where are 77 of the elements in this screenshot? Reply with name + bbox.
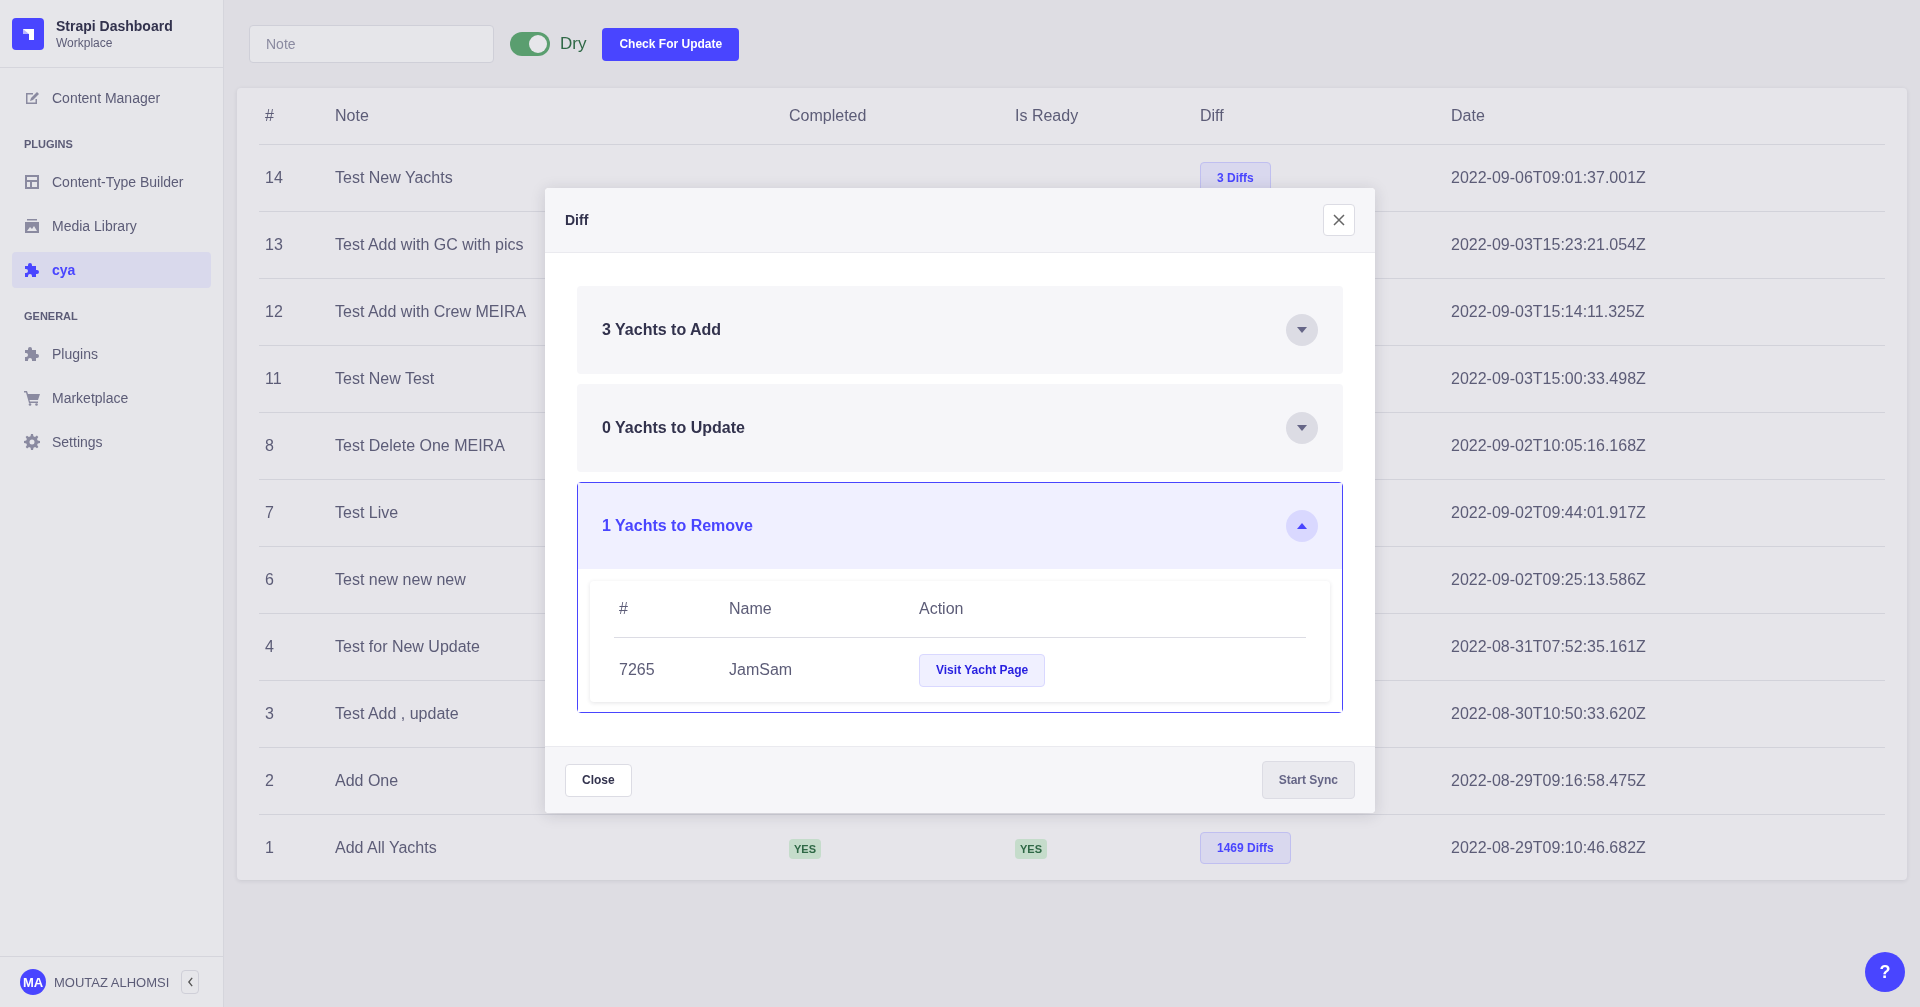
nav-section-heading: GENERAL <box>23 309 79 324</box>
sidebar-item[interactable]: Marketplace <box>12 380 211 416</box>
check-update-button[interactable]: Check For Update <box>602 27 740 61</box>
pencil-icon <box>24 90 40 106</box>
table-cell: 2022-08-30T10:50:33.620Z <box>1445 680 1885 748</box>
table-cell: 2022-08-29T09:10:46.682Z <box>1445 814 1885 881</box>
column-header: Diff <box>1194 88 1445 145</box>
sidebar-item[interactable]: Content-Type Builder <box>12 164 211 200</box>
table-cell: 12 <box>259 278 329 346</box>
dry-toggle[interactable] <box>510 32 550 56</box>
table-cell: 2022-09-02T10:05:16.168Z <box>1445 412 1885 480</box>
toggle-label: Dry <box>560 34 587 54</box>
user-avatar[interactable]: MA <box>20 969 46 995</box>
table-cell: 2022-09-03T15:23:21.054Z <box>1445 211 1885 279</box>
column-header: Completed <box>783 88 1009 145</box>
caret-up-icon <box>1297 523 1307 529</box>
nav-section-heading: PLUGINS <box>23 137 74 152</box>
column-header: Note <box>329 88 783 145</box>
table-cell: 8 <box>259 412 329 480</box>
caret-down-icon <box>1297 425 1307 431</box>
expand-button[interactable] <box>1286 412 1318 444</box>
table-cell: 2022-09-03T15:00:33.498Z <box>1445 345 1885 413</box>
table-cell: 3 <box>259 680 329 748</box>
table-cell: 2022-08-31T07:52:35.161Z <box>1445 613 1885 681</box>
table-cell: 2022-09-02T09:44:01.917Z <box>1445 479 1885 547</box>
puzzle-icon <box>24 346 40 362</box>
table-cell: 2022-08-29T09:16:58.475Z <box>1445 747 1885 815</box>
sidebar-item[interactable]: Plugins <box>12 336 211 372</box>
puzzle-icon <box>24 262 40 278</box>
start-sync-button[interactable]: Start Sync <box>1261 761 1355 799</box>
close-icon <box>1333 214 1345 226</box>
column-header: # <box>614 581 724 638</box>
user-name: MOUTAZ ALHOMSI <box>54 974 170 990</box>
workspace-label: Workplace <box>56 35 114 50</box>
table-cell: 11 <box>259 345 329 413</box>
note-field[interactable]: Note <box>249 25 494 63</box>
table-cell: 2022-09-02T09:25:13.586Z <box>1445 546 1885 614</box>
column-header: Is Ready <box>1009 88 1194 145</box>
accordion-title[interactable]: 3 Yachts to Add <box>602 321 722 339</box>
sidebar-item[interactable]: Media Library <box>12 208 211 244</box>
table-cell: 6 <box>259 546 329 614</box>
table-cell: 4 <box>259 613 329 681</box>
diff-button[interactable]: 1469 Diffs <box>1200 832 1291 864</box>
visit-yacht-button[interactable]: Visit Yacht Page <box>919 653 1046 687</box>
sidebar-item[interactable]: cya <box>12 252 211 288</box>
table-cell: 14 <box>259 144 329 212</box>
app-title: Strapi Dashboard <box>56 17 173 34</box>
column-header: # <box>259 88 329 145</box>
cart-icon <box>24 390 40 406</box>
caret-down-icon <box>1297 327 1307 333</box>
layout-icon <box>24 174 40 190</box>
table-cell: 7 <box>259 479 329 547</box>
table-cell: 1 <box>259 814 329 881</box>
column-header: Action <box>914 581 1306 638</box>
table-cell: 13 <box>259 211 329 279</box>
sidebar-item[interactable]: Content Manager <box>12 80 211 116</box>
table-cell: 2022-09-03T15:14:11.325Z <box>1445 278 1885 346</box>
status-tag: YES <box>789 839 821 859</box>
dialog-title: Diff <box>565 212 589 228</box>
table-cell: Add All Yachts <box>329 814 783 881</box>
column-header: Name <box>724 581 914 638</box>
accordion-title[interactable]: 1 Yachts to Remove <box>602 517 753 535</box>
status-tag: YES <box>1015 839 1047 859</box>
close-button[interactable]: Close <box>565 763 632 797</box>
chevron-left-icon <box>186 977 194 987</box>
accordion-title[interactable]: 0 Yachts to Update <box>602 419 745 437</box>
collapse-button[interactable] <box>181 970 200 994</box>
table-cell: 2022-09-06T09:01:37.001Z <box>1445 144 1885 212</box>
sidebar-item[interactable]: Settings <box>12 424 211 460</box>
expand-button[interactable] <box>1286 314 1318 346</box>
logo-icon <box>12 17 44 50</box>
image-icon <box>24 218 40 234</box>
settings-icon <box>24 434 40 450</box>
expand-button[interactable] <box>1286 510 1318 542</box>
help-button[interactable]: ? <box>1865 952 1905 992</box>
table-cell: 2 <box>259 747 329 815</box>
column-header: Date <box>1445 88 1885 145</box>
